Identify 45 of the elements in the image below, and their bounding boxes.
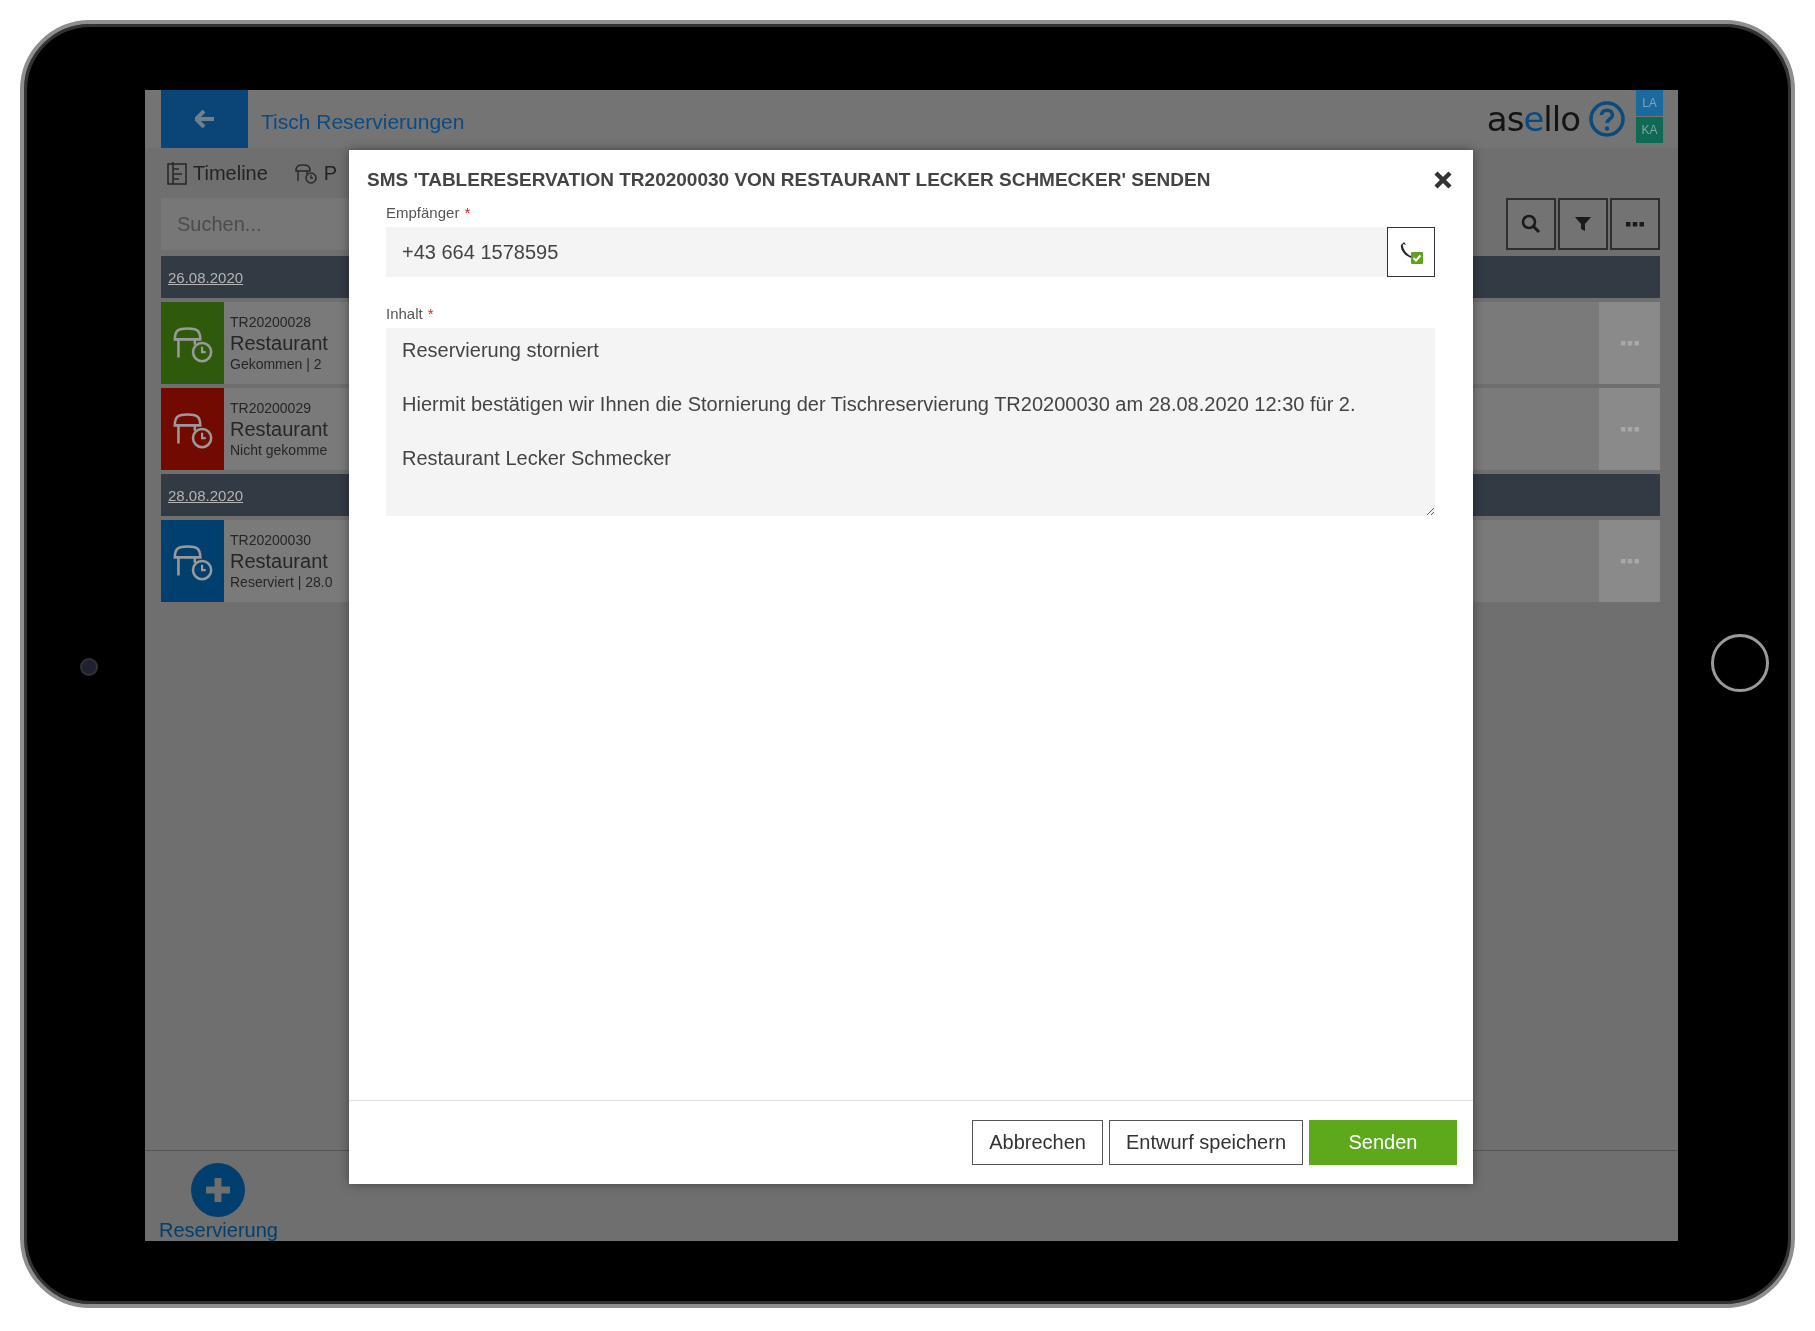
close-button[interactable] (1433, 170, 1453, 190)
filter-button[interactable] (1558, 198, 1608, 250)
reservation-number: TR20200028 (230, 314, 312, 330)
reservation-number: TR20200029 (230, 400, 312, 416)
required-mark: * (464, 204, 471, 221)
send-button[interactable]: Senden (1309, 1120, 1457, 1165)
reservation-name: Restaurant (230, 331, 329, 356)
reservation-name: Restaurant (230, 417, 329, 442)
view-tab[interactable]: Timeline (161, 161, 274, 185)
close-icon (1433, 170, 1453, 190)
timeline-icon (167, 161, 187, 185)
reservation-status: Gekommen | 2 (230, 356, 323, 372)
help-icon[interactable] (1588, 100, 1626, 138)
home-button[interactable] (1711, 634, 1769, 692)
camera-icon (80, 658, 98, 676)
field-label: Empfänger (386, 204, 460, 221)
reservation-name: Restaurant (230, 549, 329, 574)
search-button[interactable] (1506, 198, 1556, 250)
required-mark: * (427, 305, 434, 322)
page-title: Tisch Reservierungen (261, 110, 465, 134)
more-icon (1626, 221, 1644, 227)
more-icon (1620, 426, 1639, 432)
logo: asello (1486, 99, 1580, 139)
phone-button[interactable] (1387, 227, 1435, 277)
reservation-status: Nicht gekomme (230, 442, 329, 458)
view-tab[interactable]: P (287, 161, 344, 185)
more-button[interactable] (1610, 198, 1660, 250)
more-icon (1620, 340, 1639, 346)
plus-circle-icon (191, 1163, 246, 1217)
more-icon (1620, 558, 1639, 564)
reservation-status: Reserviert | 28.0 (230, 574, 334, 590)
recipient-field[interactable]: +43 664 1578595 (386, 227, 1387, 277)
dialog-button[interactable]: Entwurf speichern (1108, 1120, 1303, 1165)
back-arrow-icon (194, 110, 215, 128)
date-link[interactable]: 28.08.2020 (168, 486, 244, 504)
dialog-button[interactable]: Abbrechen (972, 1120, 1103, 1165)
dialog-title: SMS 'TABLERESERVATION TR20200030 VON RESTAURANT LECKER SCHMECKER' SENDEN (367, 169, 1212, 191)
table-clock-icon (293, 162, 318, 184)
filter-icon (1575, 216, 1591, 232)
field-label: Inhalt (386, 305, 423, 322)
search-icon (1521, 214, 1541, 234)
date-link[interactable]: 26.08.2020 (168, 268, 244, 286)
reservation-number: TR20200030 (230, 532, 312, 548)
message-field[interactable]: Reservierung storniert Hiermit bestätigen wir Ihnen die Stornierung der Tischreservierung TR20200030 am 28.08.2020 12:30 für 2. Restaurant Lecker Schmecker (386, 328, 1435, 516)
back-button[interactable] (161, 90, 248, 148)
